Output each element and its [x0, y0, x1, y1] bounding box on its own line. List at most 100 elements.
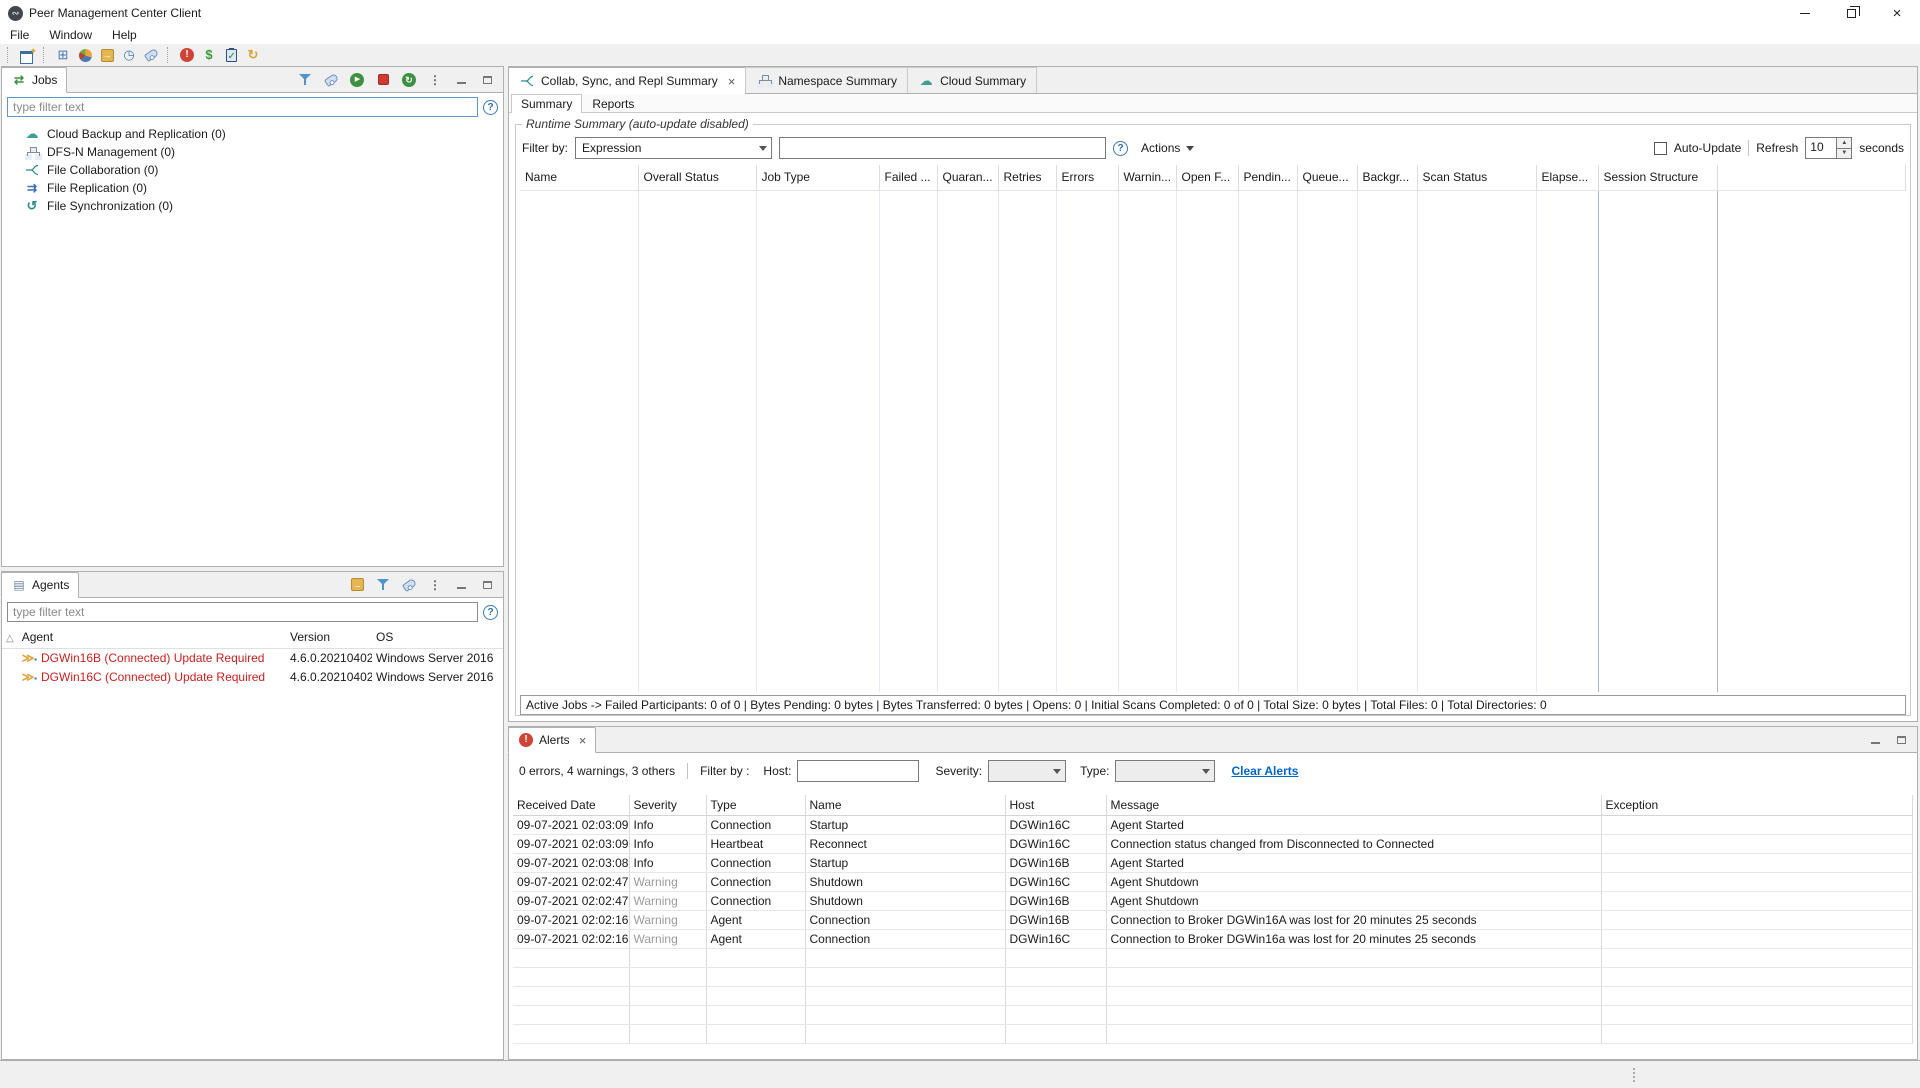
column-job-type[interactable]: Job Type: [756, 165, 879, 190]
agents-filter-button[interactable]: [372, 575, 394, 595]
tree-item-file-replication[interactable]: ⇉ File Replication (0): [2, 179, 503, 197]
jobs-filter-help-icon[interactable]: ?: [483, 100, 498, 115]
alert-row[interactable]: 09-07-2021 02:03:08InfoConnectionStartup…: [513, 853, 1913, 872]
window-minimize-button[interactable]: [1782, 0, 1828, 26]
window-close-button[interactable]: ×: [1874, 0, 1920, 26]
agent-row[interactable]: ≫DGWin16B (Connected) Update Required 4.…: [2, 648, 503, 667]
restart-job-button[interactable]: ↻: [398, 70, 420, 90]
column-warnings[interactable]: Warnin...: [1118, 165, 1176, 190]
column-message[interactable]: Message: [1106, 795, 1601, 815]
column-overall-status[interactable]: Overall Status: [638, 165, 756, 190]
tab-alerts[interactable]: ! Alerts ×: [508, 727, 596, 753]
alerts-maximize-button[interactable]: [1890, 730, 1912, 750]
cloud-icon: ☁: [918, 73, 934, 89]
agents-column-agent[interactable]: △Agent: [2, 626, 286, 648]
column-name[interactable]: Name: [805, 795, 1005, 815]
alerts-minimize-button[interactable]: [1864, 730, 1886, 750]
agents-view-menu-button[interactable]: ⋮: [424, 575, 446, 595]
window-restore-button[interactable]: [1828, 0, 1874, 26]
close-tab-icon[interactable]: ×: [579, 733, 587, 748]
agents-tag-button[interactable]: [398, 575, 420, 595]
column-pending[interactable]: Pendin...: [1238, 165, 1297, 190]
stop-job-button[interactable]: [372, 70, 394, 90]
new-job-button[interactable]: [16, 45, 38, 65]
column-host[interactable]: Host: [1005, 795, 1106, 815]
tree-item-cloud-backup[interactable]: ☁ Cloud Backup and Replication (0): [2, 125, 503, 143]
jobs-filter-input[interactable]: [7, 97, 478, 117]
jobs-filter-button[interactable]: [294, 70, 316, 90]
column-errors[interactable]: Errors: [1056, 165, 1118, 190]
jobs-minimize-button[interactable]: [450, 70, 472, 90]
install-agent-button[interactable]: →: [346, 575, 368, 595]
check-updates-button[interactable]: ↻: [242, 45, 264, 65]
jobs-tag-button[interactable]: [320, 70, 342, 90]
column-type[interactable]: Type: [706, 795, 805, 815]
jobs-view-menu-button[interactable]: ⋮: [424, 70, 446, 90]
type-select[interactable]: [1115, 760, 1215, 782]
column-retries[interactable]: Retries: [998, 165, 1056, 190]
column-severity[interactable]: Severity: [629, 795, 706, 815]
auto-update-checkbox[interactable]: [1654, 142, 1667, 155]
tasks-button[interactable]: [220, 45, 242, 65]
alert-row[interactable]: 09-07-2021 02:03:09InfoHeartbeatReconnec…: [513, 834, 1913, 853]
spinner-arrows[interactable]: ▲▼: [1836, 138, 1851, 158]
severity-select[interactable]: [988, 760, 1066, 782]
seconds-label: seconds: [1859, 141, 1904, 155]
tree-item-file-collaboration[interactable]: File Collaboration (0): [2, 161, 503, 179]
column-queued[interactable]: Queue...: [1297, 165, 1357, 190]
refresh-interval-spinner[interactable]: 10 ▲▼: [1805, 137, 1852, 159]
view-jobs-button[interactable]: ⊞: [52, 45, 74, 65]
alert-row[interactable]: 09-07-2021 02:02:47WarningConnectionShut…: [513, 872, 1913, 891]
alert-row[interactable]: 09-07-2021 02:02:47WarningConnectionShut…: [513, 891, 1913, 910]
agents-maximize-button[interactable]: [476, 575, 498, 595]
agents-column-version[interactable]: Version: [286, 626, 372, 648]
agents-panel: ▤ Agents → ⋮ ? △Agent Version OS ≫DGWin1…: [1, 571, 504, 1060]
column-background[interactable]: Backgr...: [1357, 165, 1417, 190]
column-scan-status[interactable]: Scan Status: [1417, 165, 1536, 190]
subtab-reports[interactable]: Reports: [582, 94, 644, 112]
filter-expression-input[interactable]: [779, 137, 1106, 159]
licenses-button[interactable]: $: [198, 45, 220, 65]
tree-item-file-synchronization[interactable]: ↺ File Synchronization (0): [2, 197, 503, 215]
alert-row[interactable]: 09-07-2021 02:02:16WarningAgentConnectio…: [513, 929, 1913, 948]
filter-mode-select[interactable]: Expression: [575, 137, 772, 159]
tab-namespace-summary[interactable]: Namespace Summary: [745, 67, 908, 93]
agents-minimize-button[interactable]: [450, 575, 472, 595]
statistics-button[interactable]: [74, 45, 96, 65]
column-name[interactable]: Name: [520, 165, 638, 190]
agents-filter-help-icon[interactable]: ?: [483, 605, 498, 620]
subtab-summary[interactable]: Summary: [511, 94, 582, 113]
jobs-maximize-button[interactable]: [476, 70, 498, 90]
agents-column-os[interactable]: OS: [372, 626, 503, 648]
menu-window[interactable]: Window: [39, 26, 102, 44]
host-filter-input[interactable]: [797, 760, 919, 782]
actions-menu-button[interactable]: Actions: [1135, 141, 1200, 155]
tab-agents[interactable]: ▤ Agents: [1, 572, 79, 598]
column-elapsed[interactable]: Elapse...: [1536, 165, 1598, 190]
column-exception[interactable]: Exception: [1601, 795, 1913, 815]
column-session-structure[interactable]: Session Structure: [1598, 165, 1717, 190]
column-failed[interactable]: Failed ...: [879, 165, 937, 190]
status-bar-grip[interactable]: [1633, 1068, 1635, 1070]
agents-filter-input[interactable]: [7, 602, 478, 622]
alert-row[interactable]: 09-07-2021 02:03:09InfoConnectionStartup…: [513, 815, 1913, 834]
install-button[interactable]: →: [96, 45, 118, 65]
start-job-button[interactable]: ▶: [346, 70, 368, 90]
filter-help-icon[interactable]: ?: [1113, 141, 1128, 156]
agent-row[interactable]: ≫DGWin16C (Connected) Update Required 4.…: [2, 667, 503, 686]
tab-jobs[interactable]: ⇄ Jobs: [1, 67, 67, 93]
menu-file[interactable]: File: [0, 26, 39, 44]
alerts-button[interactable]: !: [176, 45, 198, 65]
tree-item-dfs-management[interactable]: DFS-N Management (0): [2, 143, 503, 161]
tab-cloud-summary[interactable]: ☁ Cloud Summary: [907, 67, 1037, 93]
tags-button[interactable]: [140, 45, 162, 65]
menu-help[interactable]: Help: [102, 26, 147, 44]
column-quarantined[interactable]: Quaran...: [937, 165, 998, 190]
column-received-date[interactable]: Received Date: [513, 795, 629, 815]
alert-row[interactable]: 09-07-2021 02:02:16WarningAgentConnectio…: [513, 910, 1913, 929]
column-open-files[interactable]: Open F...: [1176, 165, 1238, 190]
close-tab-icon[interactable]: ×: [728, 74, 736, 89]
schedule-button[interactable]: ◷: [118, 45, 140, 65]
clear-alerts-link[interactable]: Clear Alerts: [1231, 764, 1298, 778]
tab-collab-sync-repl-summary[interactable]: Collab, Sync, and Repl Summary ×: [508, 67, 746, 94]
